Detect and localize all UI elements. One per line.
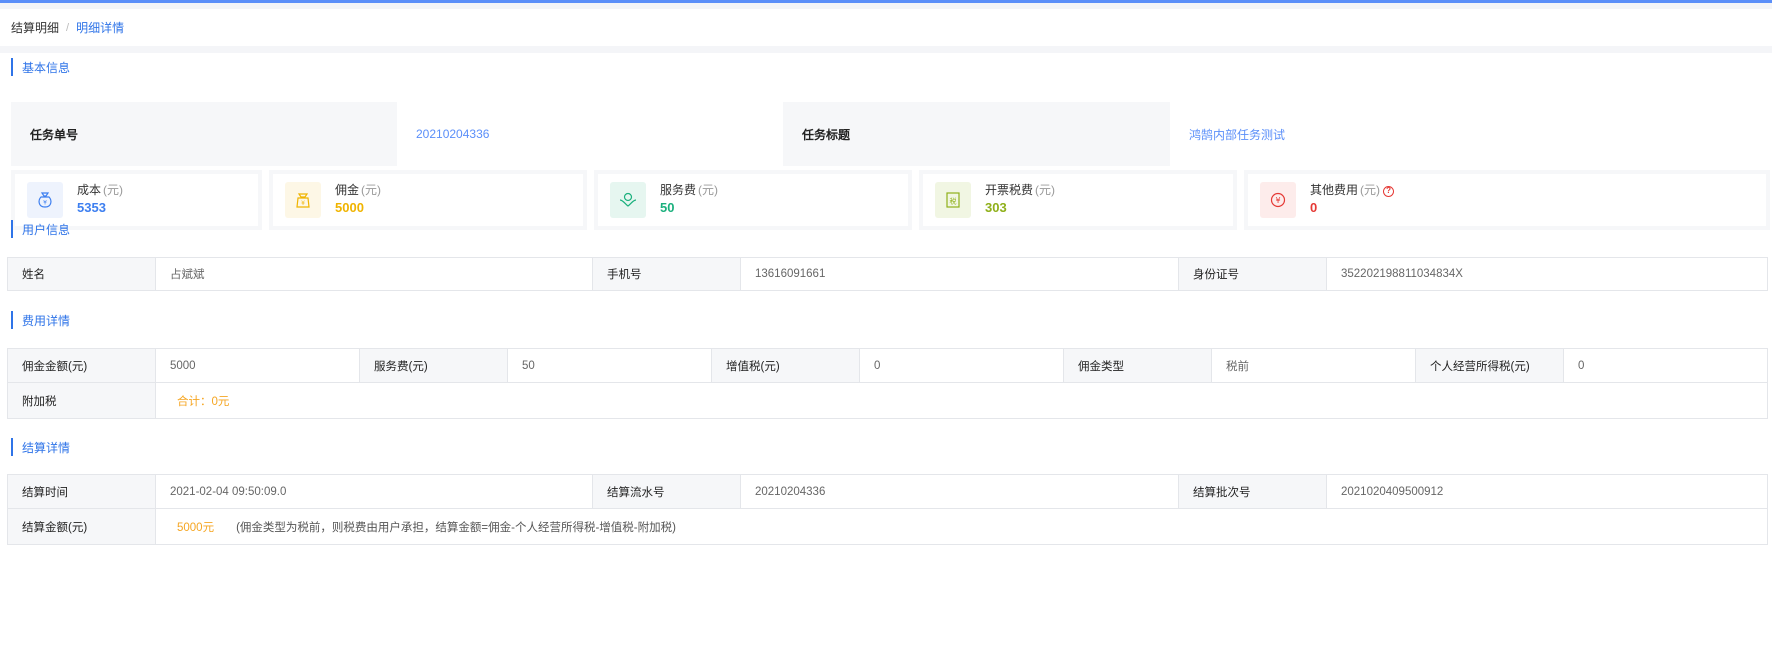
basic-info-row: 任务单号 20210204336 任务标题 鸿鹄内部任务测试 [11, 102, 1770, 166]
surtax-value: 合计：0元 [177, 395, 230, 408]
commission-type-value: 税前 [1212, 349, 1416, 382]
breadcrumb-separator: / [66, 21, 70, 34]
fee-detail-table: 佣金金额(元) 5000 服务费(元) 50 增值税(元) 0 佣金类型 税前 … [7, 348, 1768, 419]
help-icon[interactable]: ? [1383, 185, 1395, 197]
id-value: 352202198811034834X [1341, 268, 1463, 280]
fee-card-other-label: 其他费用 [1310, 183, 1359, 197]
settle-time-label: 结算时间 [8, 475, 156, 508]
settle-batch-label: 结算批次号 [1179, 475, 1327, 508]
svg-text:税: 税 [950, 197, 957, 206]
fee-card-commission-value: 5000 [335, 200, 364, 215]
settle-amount-value: 5000元 [177, 521, 215, 534]
fee-card-cost-unit: (元) [103, 183, 124, 197]
fee-card-commission-label: 佣金 [335, 183, 360, 197]
income-tax-value: 0 [1578, 359, 1585, 372]
top-accent-bar [0, 0, 1772, 3]
settle-batch-value: 2021020409500912 [1341, 485, 1444, 498]
service-fee-label: 服务费(元) [360, 349, 508, 382]
name-label: 姓名 [8, 258, 156, 290]
commission-bag-icon: ¥ [285, 182, 321, 218]
fee-card-commission: ¥ 佣金 (元) 5000 [269, 170, 587, 230]
surtax-label: 附加税 [8, 383, 156, 418]
svg-text:¥: ¥ [301, 200, 305, 207]
settle-amount-note: (佣金类型为税前，则税费由用户承担，结算金额=佣金-个人经营所得税-增值税-附加… [236, 521, 676, 534]
section-title-fee: 费用详情 [11, 311, 70, 329]
commission-amount-label: 佣金金额(元) [8, 349, 156, 382]
section-title-basic: 基本信息 [11, 58, 70, 76]
svg-text:¥: ¥ [1275, 196, 1280, 205]
commission-type-label: 佣金类型 [1064, 349, 1212, 382]
breadcrumb: 结算明细 / 明细详情 [0, 9, 1772, 46]
name-value: 占斌斌 [156, 258, 593, 290]
income-tax-label: 个人经营所得税(元) [1416, 349, 1564, 382]
fee-card-service-value: 50 [660, 200, 675, 215]
fee-card-cost-value: 5353 [77, 200, 106, 215]
breadcrumb-current: 明细详情 [76, 21, 125, 35]
fee-card-commission-unit: (元) [361, 183, 382, 197]
fee-card-service-unit: (元) [698, 183, 719, 197]
fee-card-invoice-tax: 税 开票税费 (元) 303 [919, 170, 1237, 230]
fee-card-cost-label: 成本 [77, 183, 102, 197]
vat-label: 增值税(元) [712, 349, 860, 382]
fee-card-invoice-tax-unit: (元) [1035, 183, 1056, 197]
section-title-settle: 结算详情 [11, 438, 70, 456]
breadcrumb-parent[interactable]: 结算明细 [11, 19, 59, 36]
fee-cards: ¥ 成本 (元) 5353 ¥ 佣金 (元) 5000 服务费 (元) 50 税… [11, 170, 1770, 230]
task-title-label: 任务标题 [783, 102, 1170, 166]
fee-card-other-value: 0 [1310, 200, 1318, 215]
settle-amount-label: 结算金额(元) [8, 509, 156, 544]
fee-card-service: 服务费 (元) 50 [594, 170, 912, 230]
money-bag-icon: ¥ [27, 182, 63, 218]
id-label: 身份证号 [1179, 258, 1327, 290]
phone-value: 13616091661 [741, 258, 1179, 290]
settle-serial-value: 20210204336 [741, 475, 1179, 508]
detail-panel: 基本信息 任务单号 20210204336 任务标题 鸿鹄内部任务测试 ¥ 成本… [0, 53, 1772, 664]
yen-circle-icon: ¥ [1260, 182, 1296, 218]
task-no-label: 任务单号 [11, 102, 397, 166]
task-no-value: 20210204336 [397, 102, 783, 166]
hand-coin-icon [610, 182, 646, 218]
settle-time-value: 2021-02-04 09:50:09.0 [156, 475, 593, 508]
user-info-table: 姓名 占斌斌 手机号 13616091661 身份证号 352202198811… [7, 257, 1768, 291]
fee-card-other-unit: (元) [1360, 183, 1381, 197]
fee-card-invoice-tax-label: 开票税费 [985, 183, 1034, 197]
settle-amount-cell: 5000元 (佣金类型为税前，则税费由用户承担，结算金额=佣金-个人经营所得税-… [156, 509, 1767, 544]
phone-label: 手机号 [593, 258, 741, 290]
vat-value: 0 [860, 349, 1064, 382]
section-title-user: 用户信息 [11, 220, 70, 238]
fee-card-service-label: 服务费 [660, 183, 697, 197]
settle-serial-label: 结算流水号 [593, 475, 741, 508]
svg-text:¥: ¥ [43, 200, 47, 207]
commission-amount-value: 5000 [156, 349, 360, 382]
service-fee-value: 50 [508, 349, 712, 382]
fee-card-other: ¥ 其他费用 (元)? 0 [1244, 170, 1770, 230]
fee-card-invoice-tax-value: 303 [985, 200, 1007, 215]
settle-detail-table: 结算时间 2021-02-04 09:50:09.0 结算流水号 2021020… [7, 474, 1768, 545]
tax-icon: 税 [935, 182, 971, 218]
task-title-value: 鸿鹄内部任务测试 [1170, 102, 1770, 166]
